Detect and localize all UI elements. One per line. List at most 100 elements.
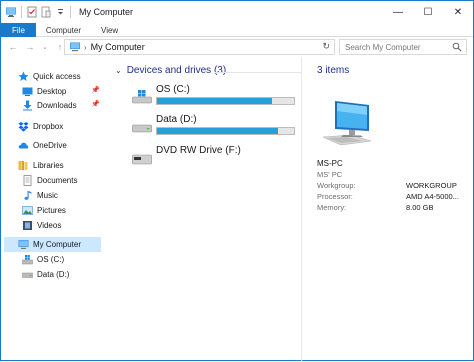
property-workgroup: Workgroup: WORKGROUP — [317, 181, 467, 190]
sidebar-item-label: OS (C:) — [37, 255, 65, 264]
sidebar-item-videos[interactable]: Videos — [22, 218, 61, 233]
desktop-icon — [22, 86, 33, 97]
sidebar-item-label: Music — [37, 191, 58, 200]
drive-name: DVD RW Drive (F:) — [156, 145, 241, 156]
sidebar-item-label: Downloads — [37, 101, 77, 110]
drive-os-c[interactable]: OS (C:) — [132, 84, 300, 112]
sidebar-item-onedrive[interactable]: OneDrive — [18, 138, 67, 153]
pane-divider[interactable] — [301, 57, 302, 362]
sidebar-item-label: Desktop — [37, 87, 67, 96]
sidebar-item-downloads[interactable]: Downloads — [22, 98, 77, 113]
hard-drive-icon — [22, 269, 33, 280]
property-label: MS' PC — [317, 170, 343, 179]
property-memory: Memory: 8.00 GB — [317, 203, 467, 212]
sidebar-item-libraries[interactable]: Libraries — [18, 158, 64, 173]
window-controls: — ☐ ✕ — [383, 1, 473, 23]
customize-toolbar-icon[interactable] — [54, 6, 66, 18]
computer-icon — [18, 239, 29, 250]
explorer-window: My Computer — ☐ ✕ File Computer View ← →… — [0, 0, 474, 362]
sidebar-item-label: My Computer — [33, 240, 82, 249]
ribbon-tabs: File Computer View — [1, 23, 473, 37]
property-value: WORKGROUP — [406, 181, 457, 190]
minimize-button[interactable]: — — [383, 1, 413, 23]
sidebar-item-label: Documents — [37, 176, 78, 185]
tab-view[interactable]: View — [91, 23, 128, 37]
window-title: My Computer — [79, 7, 134, 17]
navigation-bar: ← → ⌄ ↑ › My Computer ↻ Search My Comput… — [1, 37, 473, 57]
drive-usage-bar — [156, 127, 295, 135]
toolbar-separator — [21, 6, 22, 18]
new-folder-icon[interactable] — [40, 6, 52, 18]
item-count: 3 items — [317, 65, 350, 76]
drive-usage-fill — [157, 98, 273, 104]
cloud-icon — [18, 140, 29, 151]
pin-icon[interactable]: 📌 — [91, 100, 100, 108]
group-title: Devices and drives (3) — [126, 65, 227, 76]
search-icon[interactable] — [452, 42, 462, 54]
sidebar-item-music[interactable]: Music — [22, 188, 58, 203]
sidebar-item-quick-access[interactable]: Quick access — [18, 69, 81, 84]
forward-button[interactable]: → — [24, 42, 36, 52]
chevron-down-icon[interactable]: ⌄ — [115, 66, 122, 75]
pin-icon[interactable]: 📌 — [91, 86, 100, 94]
windows-drive-icon — [22, 254, 33, 265]
tab-computer[interactable]: Computer — [36, 23, 91, 37]
breadcrumb-my-computer[interactable]: My Computer — [91, 42, 145, 52]
dropbox-icon — [18, 121, 29, 132]
sidebar-item-label: Videos — [37, 221, 62, 230]
navigation-pane: Quick access Desktop 📌 Downloads 📌 Dropb… — [1, 63, 101, 361]
sidebar-item-dropbox[interactable]: Dropbox — [18, 119, 63, 134]
pc-name: MS-PC — [317, 159, 343, 168]
property-processor: Processor: AMD A4-5000... — [317, 192, 467, 201]
group-header-devices[interactable]: ⌄ Devices and drives (3) — [115, 65, 226, 76]
back-button[interactable]: ← — [7, 42, 19, 52]
drive-dvd-f[interactable]: DVD RW Drive (F:) — [132, 145, 300, 173]
breadcrumb-chevron-icon[interactable]: › — [84, 43, 87, 52]
drive-name: Data (D:) — [156, 114, 197, 125]
maximize-button[interactable]: ☐ — [413, 1, 443, 23]
sidebar-item-os-c[interactable]: OS (C:) — [22, 252, 64, 267]
drive-usage-fill — [157, 128, 278, 134]
sidebar-item-my-computer[interactable]: My Computer — [4, 237, 101, 252]
hard-drive-icon — [132, 120, 152, 134]
search-input[interactable]: Search My Computer — [339, 39, 467, 55]
download-arrow-icon — [22, 100, 33, 111]
computer-icon — [5, 6, 17, 18]
tab-file[interactable]: File — [1, 23, 36, 37]
recent-locations-button[interactable]: ⌄ — [39, 43, 51, 51]
drive-name: OS (C:) — [156, 84, 190, 95]
computer-icon — [69, 42, 81, 52]
drive-data-d[interactable]: Data (D:) — [132, 114, 300, 142]
sidebar-item-label: Data (D:) — [37, 270, 70, 279]
sidebar-item-label: Quick access — [33, 72, 81, 81]
property-description: MS' PC — [317, 170, 467, 179]
sidebar-item-label: Libraries — [33, 161, 64, 170]
details-pane: 3 items MS-PC MS' PC Workgroup: WORKGROU… — [317, 65, 467, 212]
documents-icon — [22, 175, 33, 186]
pictures-icon — [22, 205, 33, 216]
sidebar-item-pictures[interactable]: Pictures — [22, 203, 66, 218]
sidebar-item-documents[interactable]: Documents — [22, 173, 77, 188]
title-bar[interactable]: My Computer — ☐ ✕ — [1, 1, 473, 23]
properties-icon[interactable] — [26, 6, 38, 18]
property-value: AMD A4-5000... — [406, 192, 459, 201]
group-divider — [215, 72, 301, 73]
quick-access-toolbar — [1, 6, 73, 18]
dvd-drive-icon — [132, 151, 152, 165]
music-note-icon — [22, 190, 33, 201]
property-label: Workgroup: — [317, 181, 356, 190]
toolbar-separator — [70, 6, 71, 18]
refresh-icon[interactable]: ↻ — [322, 41, 330, 52]
search-placeholder: Search My Computer — [345, 42, 421, 52]
video-film-icon — [22, 220, 33, 231]
star-icon — [18, 71, 29, 82]
sidebar-item-label: Dropbox — [33, 122, 64, 131]
close-button[interactable]: ✕ — [443, 1, 473, 23]
sidebar-item-desktop[interactable]: Desktop — [22, 84, 66, 99]
address-bar[interactable]: › My Computer ↻ — [64, 39, 335, 55]
drive-usage-bar — [156, 97, 295, 105]
property-value: 8.00 GB — [406, 203, 434, 212]
libraries-icon — [18, 160, 29, 171]
sidebar-item-data-d[interactable]: Data (D:) — [22, 267, 69, 282]
computer-icon — [319, 97, 375, 149]
